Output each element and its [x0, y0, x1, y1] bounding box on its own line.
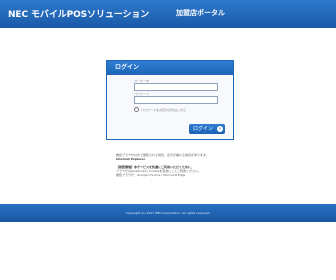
- arrow-right-icon: ›: [217, 126, 223, 132]
- copyright-text: Copyright (C) 2017 NEC Corporation. All …: [125, 211, 211, 215]
- portal-subtitle: 加盟店ポータル: [176, 9, 225, 17]
- notice-line: 推奨ブラウザ：Google Chrome / Microsoft Edge: [116, 173, 186, 177]
- login-heading: ログイン: [107, 61, 233, 75]
- login-button[interactable]: ログイン ›: [189, 124, 225, 134]
- remember-checkbox[interactable]: [134, 107, 139, 112]
- app-footer: Copyright (C) 2017 NEC Corporation. All …: [0, 204, 336, 222]
- login-panel: ログイン ユーザーID パスワード パスワードをお忘れの方はこちら ログイン ›: [106, 60, 234, 140]
- forgot-password-label: パスワードをお忘れの方はこちら: [141, 107, 187, 112]
- forgot-password-link[interactable]: パスワードをお忘れの方はこちら: [134, 107, 186, 112]
- login-button-label: ログイン: [193, 126, 214, 132]
- password-input[interactable]: [134, 96, 218, 104]
- app-header: NEC モバイルPOSソリューション 加盟店ポータル: [0, 0, 336, 28]
- notice-text: 推奨ブラウザ以外で閲覧される場合、表示が崩れる場合があります。 Internet…: [116, 153, 226, 177]
- user-id-input[interactable]: [134, 83, 218, 91]
- app-title: NEC モバイルPOSソリューション: [8, 10, 150, 20]
